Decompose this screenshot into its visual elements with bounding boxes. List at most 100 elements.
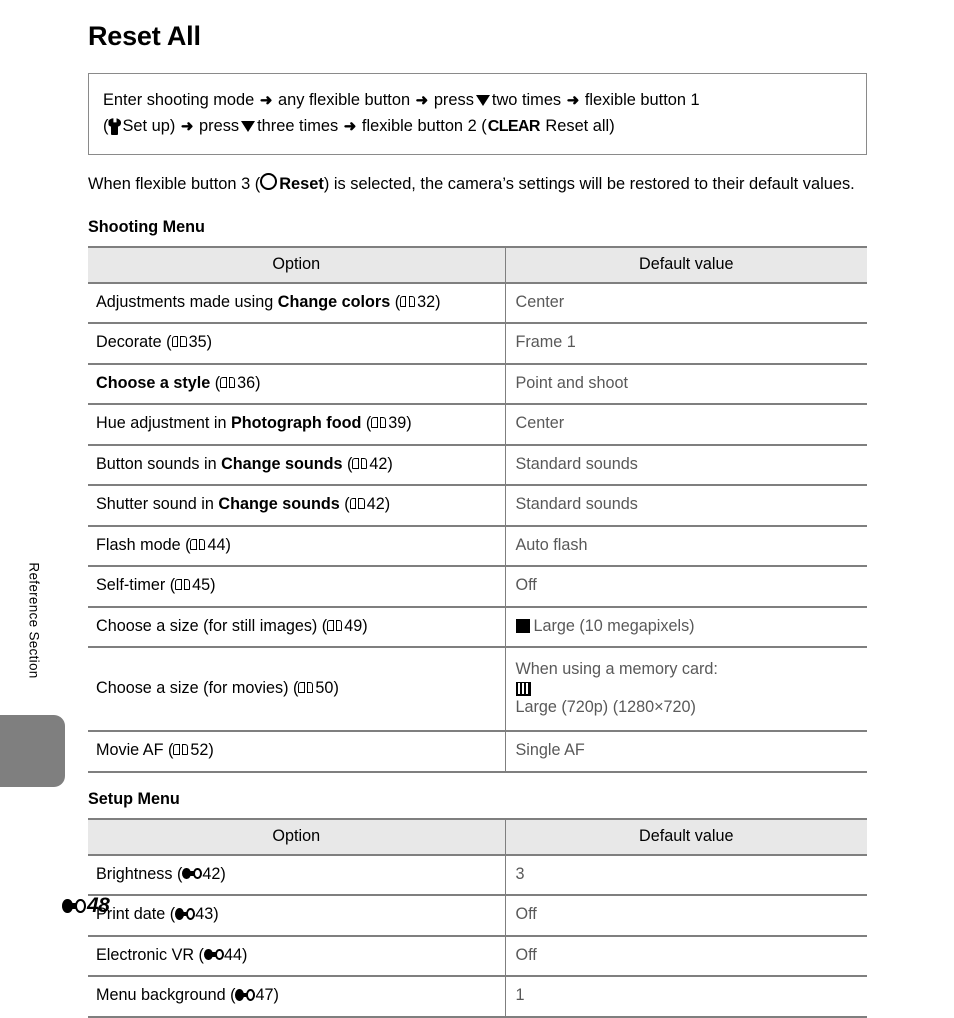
procedure-step-enter-shooting-mode: Enter shooting mode [103, 90, 255, 109]
default-value-cell: Off [505, 935, 867, 978]
default-value-cell: Standard sounds [505, 444, 867, 487]
option-text: Movie AF ( [96, 741, 174, 760]
table-row: Choose a size (for movies) (50) When usi… [88, 647, 868, 733]
table-row: Choose a style (36) Point and shoot [88, 363, 867, 406]
option-page-ref: 50 [315, 678, 334, 697]
reference-section-marker-icon [175, 908, 196, 920]
default-value-cell: Standard sounds [505, 485, 867, 527]
procedure-line-2: (Set up) ➜ press three times ➜ flexible b… [103, 113, 852, 140]
option-cell: Electronic VR (44) [88, 935, 506, 978]
default-value-line-2: Large (720p) (1280×720) [515, 681, 868, 719]
default-value-cell: Off [505, 566, 867, 608]
procedure-step-flexible-button-1: flexible button 1 [584, 90, 700, 109]
default-value-cell: 1 [505, 976, 867, 1018]
default-value-cell: When using a memory card: Large (720p) (… [505, 647, 868, 733]
book-reference-icon [327, 619, 343, 632]
book-reference-icon [352, 457, 368, 470]
book-reference-icon [298, 681, 314, 694]
option-text-post: ( [361, 414, 372, 433]
option-bold-text: Change sounds [218, 495, 340, 514]
page-footer: 48 [62, 894, 110, 918]
shooting-menu-heading: Shooting Menu [88, 217, 205, 236]
book-reference-icon [371, 417, 387, 429]
table-row: Print date (43) Off [88, 895, 867, 937]
option-cell: Choose a size (for movies) (50) [88, 647, 506, 733]
default-value-cell: Off [505, 895, 867, 937]
book-reference-icon [220, 376, 236, 389]
table-row: Electronic VR (44) Off [88, 935, 867, 978]
default-value-text: Large (10 megapixels) [533, 616, 695, 635]
arrow-icon: ➜ [566, 91, 580, 109]
book-reference-icon [400, 295, 416, 308]
option-page-ref: 47 [255, 986, 274, 1005]
option-page-ref: 44 [223, 945, 242, 964]
procedure-box: Enter shooting mode ➜ any flexible butto… [88, 72, 867, 156]
option-page-ref: 39 [388, 414, 407, 433]
option-bold-text: Change sounds [221, 454, 343, 473]
table-row: Button sounds in Change sounds (42) Stan… [88, 444, 867, 487]
arrow-icon: ➜ [343, 118, 357, 136]
option-text: Brightness ( [96, 864, 183, 883]
page-title: Reset All [88, 21, 201, 51]
book-reference-icon [190, 538, 206, 551]
option-bold-text: Choose a style [96, 373, 211, 392]
default-value-cell: Center [505, 404, 867, 446]
reference-section-marker-icon [203, 948, 224, 961]
default-value-cell: Auto flash [505, 525, 867, 568]
reference-section-marker-icon [62, 898, 86, 914]
intro-text-part1: When flexible button 3 ( [88, 175, 261, 194]
table-header-row: Option Default value [88, 245, 867, 284]
column-header-option: Option [88, 245, 506, 284]
option-page-ref: 42 [366, 495, 385, 514]
option-page-ref: 42 [202, 864, 221, 883]
option-cell: Choose a size (for still images) (49) [88, 606, 506, 649]
option-text-post: ( [210, 373, 221, 392]
option-text: Self-timer ( [96, 576, 176, 595]
arrow-icon: ➜ [415, 91, 429, 109]
table-row: Movie AF (52) Single AF [88, 731, 867, 773]
option-page-ref: 49 [344, 616, 363, 635]
option-page-ref: 52 [190, 741, 209, 760]
procedure-step-two-times: two times [491, 90, 562, 109]
table-row: Shutter sound in Change sounds (42) Stan… [88, 485, 867, 527]
table-row: Menu background (47) 1 [88, 976, 867, 1018]
option-bold-text: Photograph food [230, 414, 362, 433]
table-row: Decorate (35) Frame 1 [88, 323, 867, 365]
movie-size-icon [515, 681, 531, 696]
book-reference-icon [349, 498, 365, 510]
column-header-default-value: Default value [505, 817, 867, 856]
option-text: Adjustments made using [96, 292, 278, 311]
reference-section-marker-icon [182, 867, 203, 880]
intro-text-part2: ) is selected, the camera’s settings wil… [323, 175, 855, 194]
reference-section-tab [0, 715, 65, 787]
shooting-menu-table: Option Default value Adjustments made us… [88, 245, 868, 773]
setup-menu-table: Option Default value Brightness (42) 3 P… [88, 817, 867, 1018]
sidebar-vertical-label: Reference Section [26, 562, 42, 679]
option-text: Hue adjustment in [96, 414, 231, 433]
procedure-step-three-times: three times [257, 117, 339, 136]
option-text: Choose a size (for still images) ( [96, 616, 328, 635]
option-cell: Choose a style (36) [88, 363, 506, 406]
clear-reset-icon: CLEAR [487, 118, 541, 136]
arrow-icon: ➜ [180, 118, 194, 136]
option-page-ref: 35 [188, 333, 207, 352]
option-cell: Self-timer (45) [88, 566, 506, 608]
default-value-text: Large (720p) (1280×720) [515, 697, 696, 716]
arrow-icon: ➜ [259, 91, 273, 109]
option-text-post: ( [390, 292, 401, 311]
option-cell: Flash mode (44) [88, 525, 506, 568]
image-size-large-icon [515, 618, 530, 633]
table-row: Brightness (42) 3 [88, 854, 867, 897]
option-page-ref: 44 [207, 535, 226, 554]
column-header-default-value: Default value [505, 245, 867, 284]
default-value-cell: Frame 1 [505, 323, 867, 365]
page-number: 48 [87, 894, 110, 917]
table-row: Hue adjustment in Photograph food (39) C… [88, 404, 867, 446]
option-page-ref: 45 [192, 576, 211, 595]
option-text: Shutter sound in [96, 495, 219, 514]
procedure-step-flexible-button-2: flexible button 2 ( [361, 117, 487, 136]
table-row: Self-timer (45) Off [88, 566, 867, 608]
option-cell: Brightness (42) [88, 854, 506, 897]
option-cell: Shutter sound in Change sounds (42) [88, 485, 506, 527]
option-cell: Hue adjustment in Photograph food (39) [88, 404, 506, 446]
